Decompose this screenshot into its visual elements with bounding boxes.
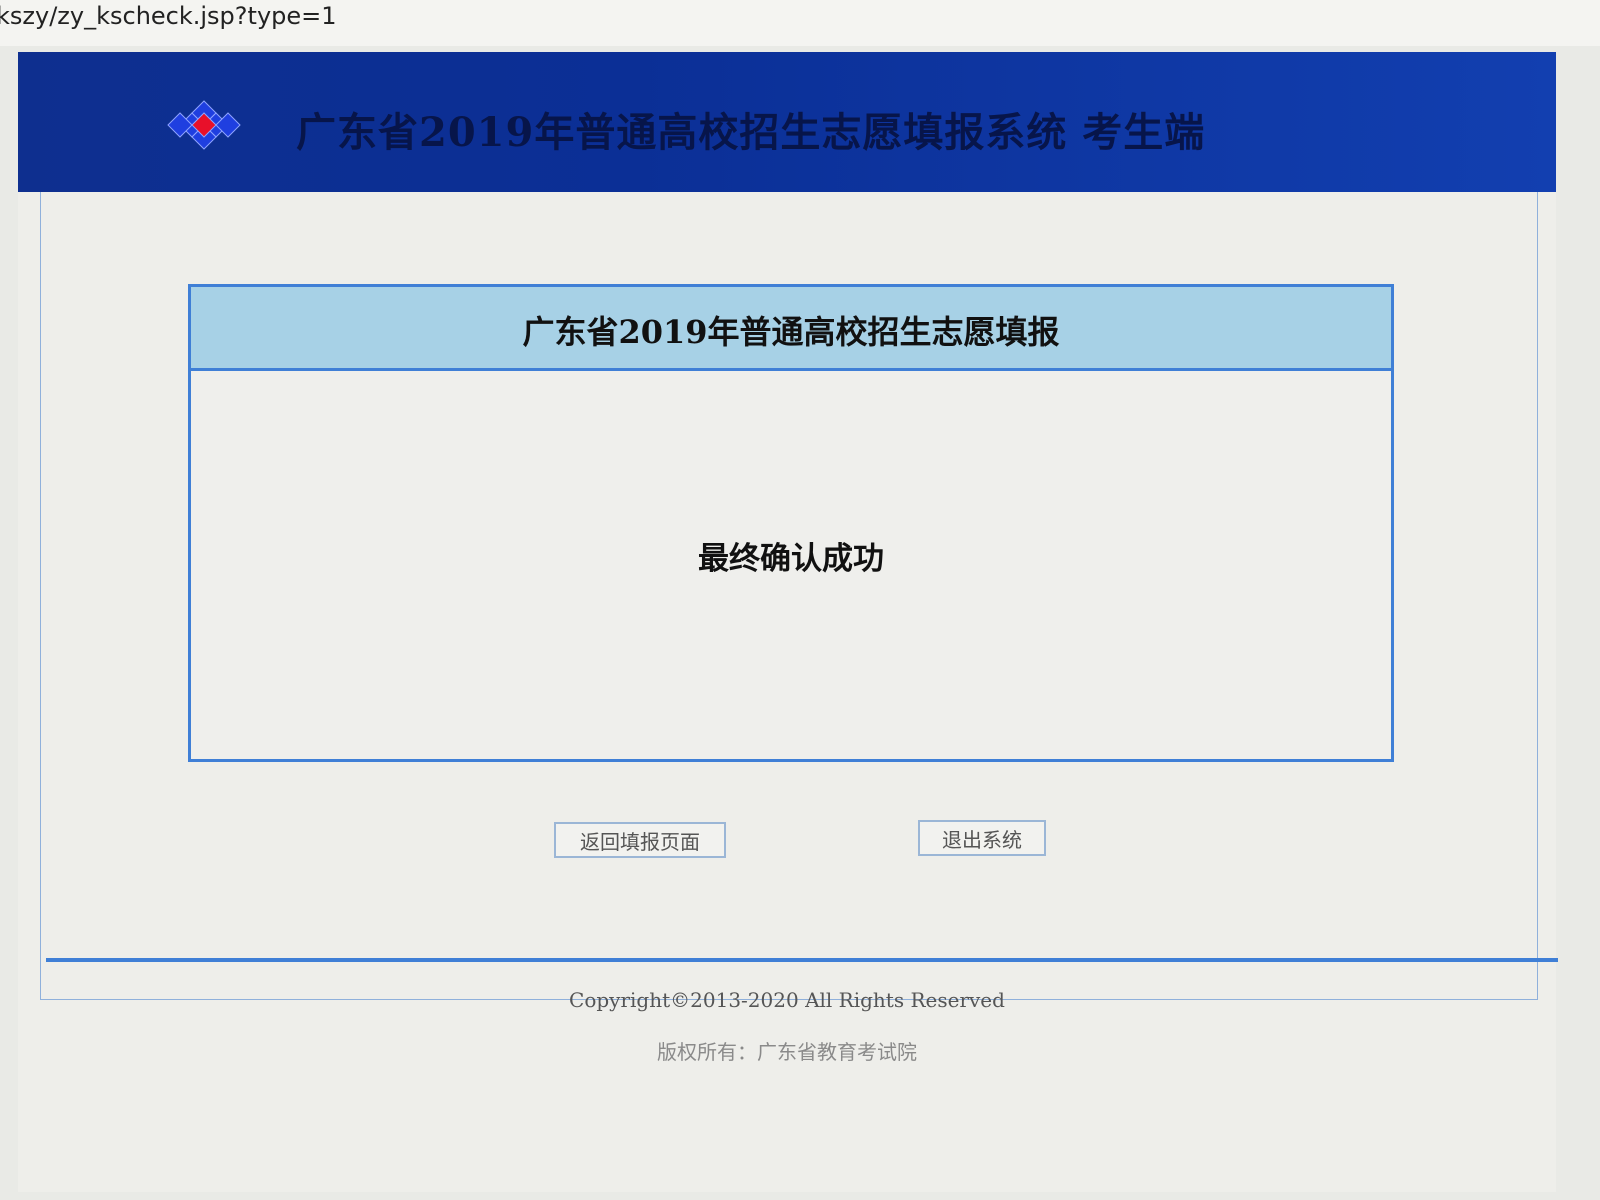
- address-bar[interactable]: kszy/zy_kscheck.jsp?type=1: [0, 0, 1600, 46]
- diamond-logo-icon: [167, 100, 241, 150]
- footer-divider: [46, 958, 1558, 962]
- exit-system-button[interactable]: 退出系统: [918, 820, 1046, 856]
- copyright-text: Copyright©2013-2020 All Rights Reserved: [569, 988, 1005, 1012]
- page-container: 广东省2019年普通高校招生志愿填报系统 考生端 广东省2019年普通高校招生志…: [18, 52, 1558, 1192]
- panel-title: 广东省2019年普通高校招生志愿填报: [522, 313, 1060, 351]
- success-message: 最终确认成功: [698, 541, 884, 577]
- confirmation-panel: 广东省2019年普通高校招生志愿填报 最终确认成功: [188, 284, 1394, 762]
- return-to-form-button[interactable]: 返回填报页面: [554, 822, 726, 858]
- site-header: 广东省2019年普通高校招生志愿填报系统 考生端: [18, 52, 1556, 192]
- address-bar-url[interactable]: kszy/zy_kscheck.jsp?type=1: [0, 2, 337, 30]
- panel-header: 广东省2019年普通高校招生志愿填报: [191, 287, 1391, 371]
- owner-text: 版权所有：广东省教育考试院: [657, 1040, 917, 1064]
- system-title: 广东省2019年普通高校招生志愿填报系统 考生端: [296, 109, 1206, 156]
